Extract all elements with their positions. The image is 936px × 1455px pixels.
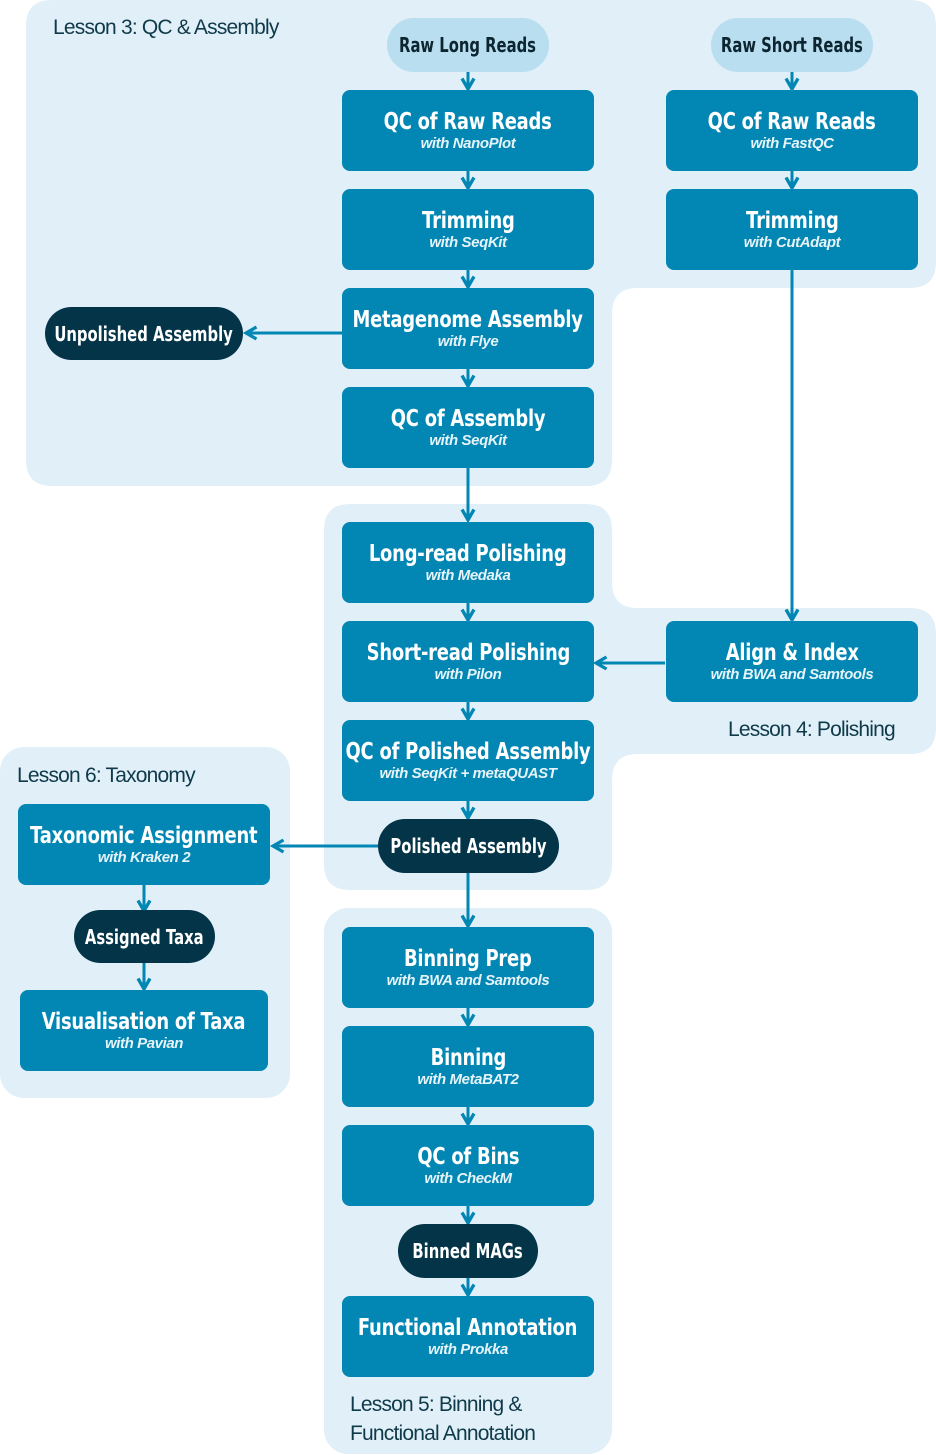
step-title: Long-read Polishing — [369, 540, 567, 567]
step-trimming-short[interactable]: Trimming with CutAdapt — [666, 189, 918, 270]
step-tool: with CheckM — [424, 1169, 512, 1187]
step-title: Metagenome Assembly — [352, 306, 584, 333]
step-title: Short-read Polishing — [366, 639, 570, 666]
step-tool: with CutAdapt — [743, 233, 841, 251]
step-tool: with Pilon — [434, 665, 502, 683]
step-taxonomic-assignment[interactable]: Taxonomic Assignment with Kraken 2 — [18, 804, 270, 885]
step-title: QC of Bins — [417, 1143, 519, 1170]
step-tool: with Pavian — [104, 1034, 184, 1052]
step-long-read-polishing[interactable]: Long-read Polishing with Medaka — [342, 522, 594, 603]
step-tool: with Medaka — [425, 566, 511, 584]
step-qc-assembly[interactable]: QC of Assembly with SeqKit — [342, 387, 594, 468]
step-title: Taxonomic Assignment — [30, 822, 258, 849]
step-tool: with BWA and Samtools — [386, 971, 550, 989]
step-tool: with SeqKit — [429, 233, 507, 251]
step-title: QC of Raw Reads — [384, 108, 552, 135]
output-polished-assembly-label: Polished Assembly — [390, 834, 547, 858]
step-tool: with Prokka — [428, 1340, 508, 1358]
input-raw-short-reads[interactable]: Raw Short Reads — [711, 18, 873, 72]
step-qc-polished-assembly[interactable]: QC of Polished Assembly with SeqKit + me… — [342, 720, 594, 801]
step-title: Trimming — [421, 207, 515, 234]
output-assigned-taxa[interactable]: Assigned Taxa — [74, 910, 215, 963]
step-tool: with NanoPlot — [420, 134, 516, 152]
step-binning-prep[interactable]: Binning Prep with BWA and Samtools — [342, 927, 594, 1008]
input-raw-short-reads-label: Raw Short Reads — [721, 33, 863, 57]
step-qc-raw-long[interactable]: QC of Raw Reads with NanoPlot — [342, 90, 594, 171]
step-title: Binning Prep — [404, 945, 532, 972]
output-binned-mags-label: Binned MAGs — [412, 1239, 524, 1263]
output-assigned-taxa-label: Assigned Taxa — [85, 924, 204, 949]
step-title: QC of Assembly — [390, 405, 546, 432]
step-tool: with SeqKit — [429, 431, 507, 449]
step-title: Align & Index — [725, 639, 859, 666]
step-tool: with Flye — [437, 332, 499, 350]
step-tool: with FastQC — [750, 134, 834, 152]
step-title: Binning — [430, 1044, 506, 1071]
step-metagenome-assembly[interactable]: Metagenome Assembly with Flye — [342, 288, 594, 369]
step-tool: with MetaBAT2 — [417, 1070, 519, 1088]
step-short-read-polishing[interactable]: Short-read Polishing with Pilon — [342, 621, 594, 702]
step-title: Visualisation of Taxa — [42, 1008, 246, 1035]
step-title: QC of Raw Reads — [708, 108, 876, 135]
step-tool: with SeqKit + metaQUAST — [379, 764, 557, 782]
output-binned-mags[interactable]: Binned MAGs — [398, 1224, 538, 1278]
step-title: QC of Polished Assembly — [345, 738, 591, 765]
step-qc-of-bins[interactable]: QC of Bins with CheckM — [342, 1125, 594, 1206]
step-tool: with BWA and Samtools — [710, 665, 874, 683]
input-raw-long-reads-label: Raw Long Reads — [399, 33, 537, 57]
step-visualisation-of-taxa[interactable]: Visualisation of Taxa with Pavian — [20, 990, 268, 1071]
output-unpolished-assembly-label: Unpolished Assembly — [54, 321, 234, 346]
step-title: Trimming — [745, 207, 839, 234]
output-polished-assembly[interactable]: Polished Assembly — [378, 819, 559, 873]
output-unpolished-assembly[interactable]: Unpolished Assembly — [45, 307, 243, 360]
step-qc-raw-short[interactable]: QC of Raw Reads with FastQC — [666, 90, 918, 171]
step-binning[interactable]: Binning with MetaBAT2 — [342, 1026, 594, 1107]
step-tool: with Kraken 2 — [97, 848, 191, 866]
step-functional-annotation[interactable]: Functional Annotation with Prokka — [342, 1296, 594, 1377]
input-raw-long-reads[interactable]: Raw Long Reads — [387, 18, 549, 72]
step-trimming-long[interactable]: Trimming with SeqKit — [342, 189, 594, 270]
step-align-index[interactable]: Align & Index with BWA and Samtools — [666, 621, 918, 702]
step-title: Functional Annotation — [358, 1314, 578, 1341]
